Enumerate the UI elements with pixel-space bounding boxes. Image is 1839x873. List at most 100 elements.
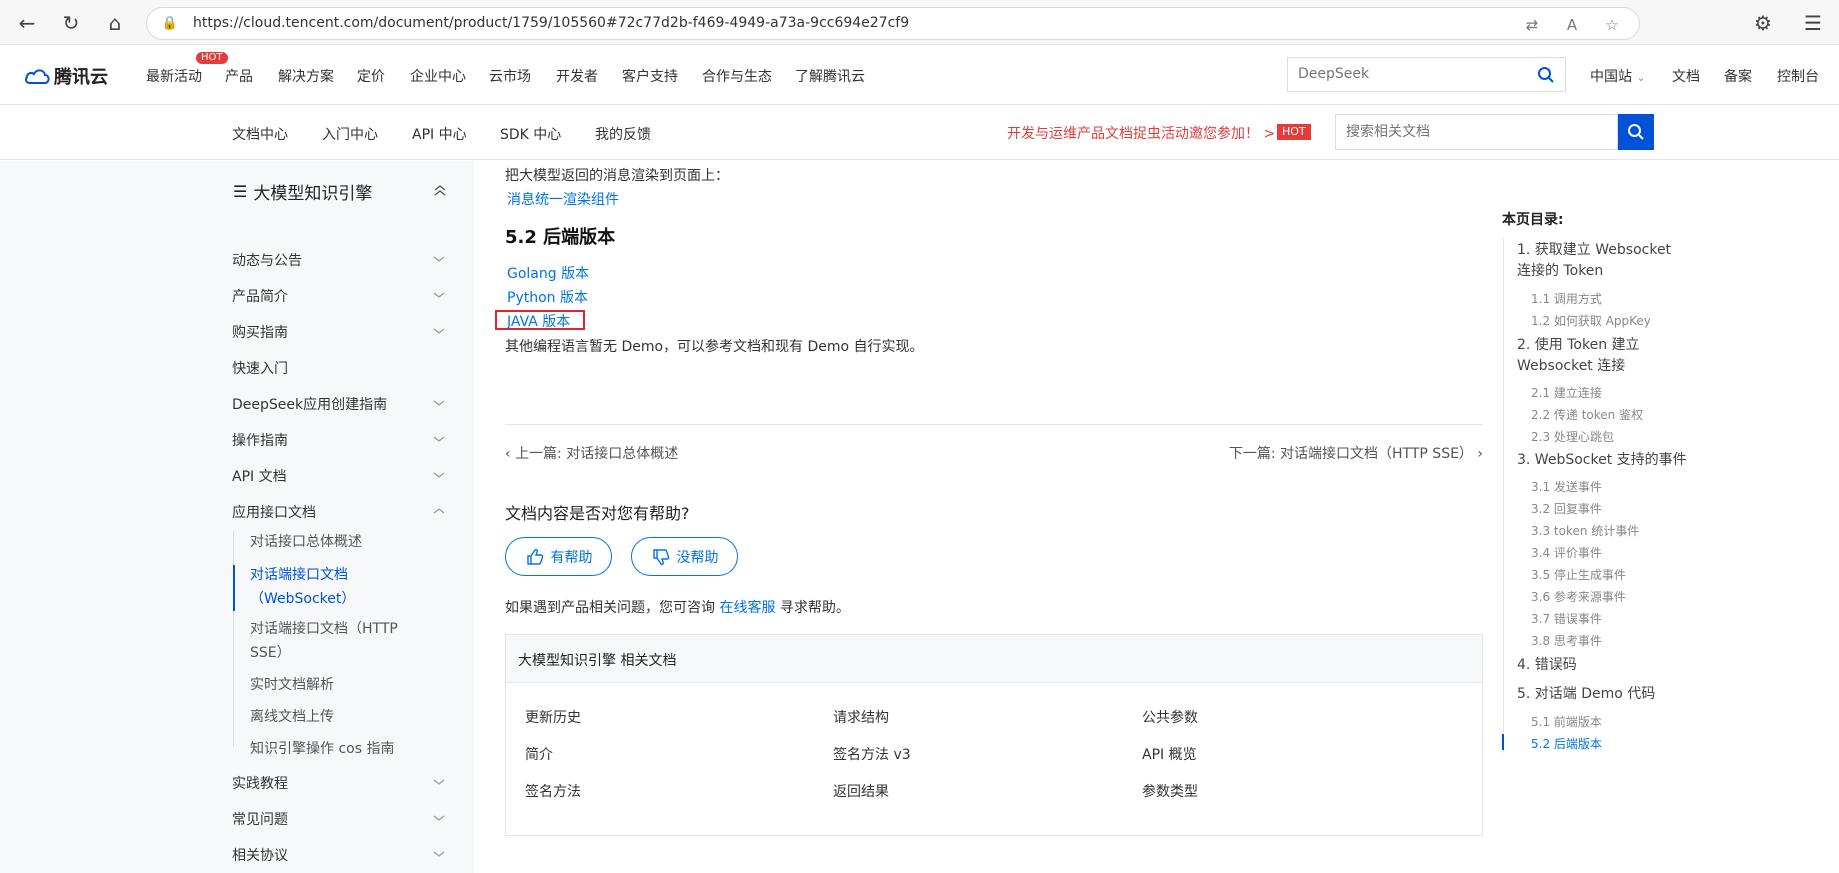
toc-sub-3-6[interactable]: 3.6 参考来源事件 [1531, 588, 1626, 605]
sidebar-sub-websocket[interactable]: 对话端接口文档（WebSocket） [250, 563, 420, 611]
nav-pricing[interactable]: 定价 [357, 66, 385, 86]
nav-filing[interactable]: 备案 [1724, 66, 1752, 86]
chevron-down-icon[interactable] [433, 812, 445, 824]
nav-docs[interactable]: 文档 [1672, 66, 1700, 86]
sidebar-item-quickstart[interactable]: 快速入门 [232, 358, 288, 378]
related-link[interactable]: 简介 [525, 744, 553, 764]
chevron-down-icon[interactable] [433, 433, 445, 445]
golang-version-link[interactable]: Golang 版本 [507, 263, 589, 283]
toc-section-5[interactable]: 5. 对话端 Demo 代码 [1517, 684, 1687, 705]
toc-sub-3-8[interactable]: 3.8 思考事件 [1531, 632, 1602, 649]
toc-sub-3-2[interactable]: 3.2 回复事件 [1531, 500, 1602, 517]
region-selector[interactable]: 中国站 ⌄ [1590, 66, 1646, 86]
toc-sub-5-1[interactable]: 5.1 前端版本 [1531, 713, 1602, 730]
translate-icon[interactable]: ⇄ [1521, 14, 1543, 36]
favorites-list-icon[interactable]: ☰ [1800, 10, 1826, 36]
chevron-up-icon[interactable] [433, 505, 445, 517]
sidebar-item-deepseek[interactable]: DeepSeek应用创建指南 [232, 394, 387, 414]
related-link[interactable]: API 概览 [1142, 744, 1197, 764]
nav-console[interactable]: 控制台 [1777, 66, 1819, 86]
favorite-star-icon[interactable]: ☆ [1601, 14, 1623, 36]
next-article-link[interactable]: 下一篇: 对话端接口文档（HTTP SSE） › [1229, 443, 1483, 463]
doc-search-input[interactable] [1346, 124, 1596, 140]
extensions-icon[interactable]: ⚙ [1750, 10, 1776, 36]
sidebar-item-guide[interactable]: 操作指南 [232, 430, 288, 450]
toc-sub-1-2[interactable]: 1.2 如何获取 AppKey [1531, 312, 1651, 329]
chevron-down-icon[interactable] [433, 469, 445, 481]
related-link[interactable]: 参数类型 [1142, 781, 1198, 801]
prev-article-link[interactable]: ‹ 上一篇: 对话接口总体概述 [505, 443, 678, 463]
read-aloud-icon[interactable]: A [1561, 14, 1583, 36]
toc-section-1[interactable]: 1. 获取建立 Websocket 连接的 Token [1517, 240, 1687, 282]
java-version-link[interactable]: JAVA 版本 [507, 311, 570, 331]
related-link[interactable]: 返回结果 [833, 781, 889, 801]
subnav-sdk-center[interactable]: SDK 中心 [500, 124, 561, 144]
sidebar-sub-offline-upload[interactable]: 离线文档上传 [250, 705, 420, 729]
related-link[interactable]: 签名方法 v3 [833, 744, 911, 764]
nav-enterprise[interactable]: 企业中心 [410, 66, 466, 86]
render-component-link[interactable]: 消息统一渲染组件 [507, 189, 619, 209]
promo-link[interactable]: 开发与运维产品文档捉虫活动邀您参加！ > [1007, 123, 1275, 143]
sidebar-item-app-api[interactable]: 应用接口文档 [232, 502, 316, 522]
toc-sub-1-1[interactable]: 1.1 调用方式 [1531, 290, 1602, 307]
nav-products[interactable]: 产品 [225, 66, 253, 86]
doc-search-button[interactable] [1618, 114, 1654, 150]
lock-icon[interactable]: 🔒 [161, 15, 179, 33]
subnav-getting-started[interactable]: 入门中心 [322, 124, 378, 144]
nav-about[interactable]: 了解腾讯云 [795, 66, 865, 86]
sidebar-item-intro[interactable]: 产品简介 [232, 286, 288, 306]
home-icon[interactable]: ⌂ [102, 10, 128, 36]
address-bar[interactable]: 🔒 https://cloud.tencent.com/document/pro… [146, 7, 1640, 40]
helpful-button[interactable]: 有帮助 [505, 537, 612, 576]
chevron-down-icon[interactable] [433, 289, 445, 301]
subnav-my-feedback[interactable]: 我的反馈 [595, 124, 651, 144]
chevron-down-icon[interactable] [433, 776, 445, 788]
related-link[interactable]: 公共参数 [1142, 707, 1198, 727]
related-link[interactable]: 请求结构 [833, 707, 889, 727]
not-helpful-button[interactable]: 没帮助 [631, 537, 738, 576]
toc-section-4[interactable]: 4. 错误码 [1517, 655, 1687, 676]
site-search-input[interactable] [1298, 66, 1518, 82]
toc-sub-3-1[interactable]: 3.1 发送事件 [1531, 478, 1602, 495]
chevron-down-icon[interactable] [433, 848, 445, 860]
toc-sub-5-2[interactable]: 5.2 后端版本 [1531, 735, 1602, 752]
toc-sub-2-3[interactable]: 2.3 处理心跳包 [1531, 428, 1614, 445]
tencent-cloud-logo[interactable]: 腾讯云 [24, 63, 108, 89]
sidebar-sub-cos-guide[interactable]: 知识引擎操作 cos 指南 [250, 737, 420, 761]
sidebar-sub-http-sse[interactable]: 对话端接口文档（HTTP SSE） [250, 617, 420, 665]
search-icon[interactable] [1537, 66, 1555, 84]
chevron-down-icon[interactable] [433, 325, 445, 337]
related-link[interactable]: 签名方法 [525, 781, 581, 801]
toc-sub-3-4[interactable]: 3.4 评价事件 [1531, 544, 1602, 561]
toc-sub-2-1[interactable]: 2.1 建立连接 [1531, 384, 1602, 401]
nav-latest-activity[interactable]: 最新活动 [146, 66, 202, 86]
nav-marketplace[interactable]: 云市场 [489, 66, 531, 86]
subnav-api-center[interactable]: API 中心 [412, 124, 467, 144]
sidebar-sub-overview[interactable]: 对话接口总体概述 [250, 530, 420, 554]
nav-solutions[interactable]: 解决方案 [278, 66, 334, 86]
toc-section-2[interactable]: 2. 使用 Token 建立 Websocket 连接 [1517, 335, 1687, 377]
back-icon[interactable]: ← [14, 10, 40, 36]
toc-sub-3-7[interactable]: 3.7 错误事件 [1531, 610, 1602, 627]
nav-partners[interactable]: 合作与生态 [702, 66, 772, 86]
toc-sub-3-3[interactable]: 3.3 token 统计事件 [1531, 522, 1639, 539]
collapse-up-icon[interactable] [433, 183, 447, 197]
online-support-link[interactable]: 在线客服 [719, 600, 775, 616]
chevron-down-icon[interactable] [433, 253, 445, 265]
sidebar-item-agreements[interactable]: 相关协议 [232, 845, 288, 865]
sidebar-item-api-docs[interactable]: API 文档 [232, 466, 287, 486]
subnav-doc-center[interactable]: 文档中心 [232, 124, 288, 144]
python-version-link[interactable]: Python 版本 [507, 287, 588, 307]
toc-section-3[interactable]: 3. WebSocket 支持的事件 [1517, 450, 1687, 471]
sidebar-sub-realtime-parse[interactable]: 实时文档解析 [250, 673, 420, 697]
sidebar-item-faq[interactable]: 常见问题 [232, 809, 288, 829]
sidebar-item-purchase[interactable]: 购买指南 [232, 322, 288, 342]
related-link[interactable]: 更新历史 [525, 707, 581, 727]
sidebar-item-news[interactable]: 动态与公告 [232, 250, 302, 270]
toc-sub-2-2[interactable]: 2.2 传递 token 鉴权 [1531, 406, 1643, 423]
sidebar-item-tutorials[interactable]: 实践教程 [232, 773, 288, 793]
nav-support[interactable]: 客户支持 [622, 66, 678, 86]
chevron-down-icon[interactable] [433, 397, 445, 409]
reload-icon[interactable]: ↻ [58, 10, 84, 36]
nav-developers[interactable]: 开发者 [556, 66, 598, 86]
